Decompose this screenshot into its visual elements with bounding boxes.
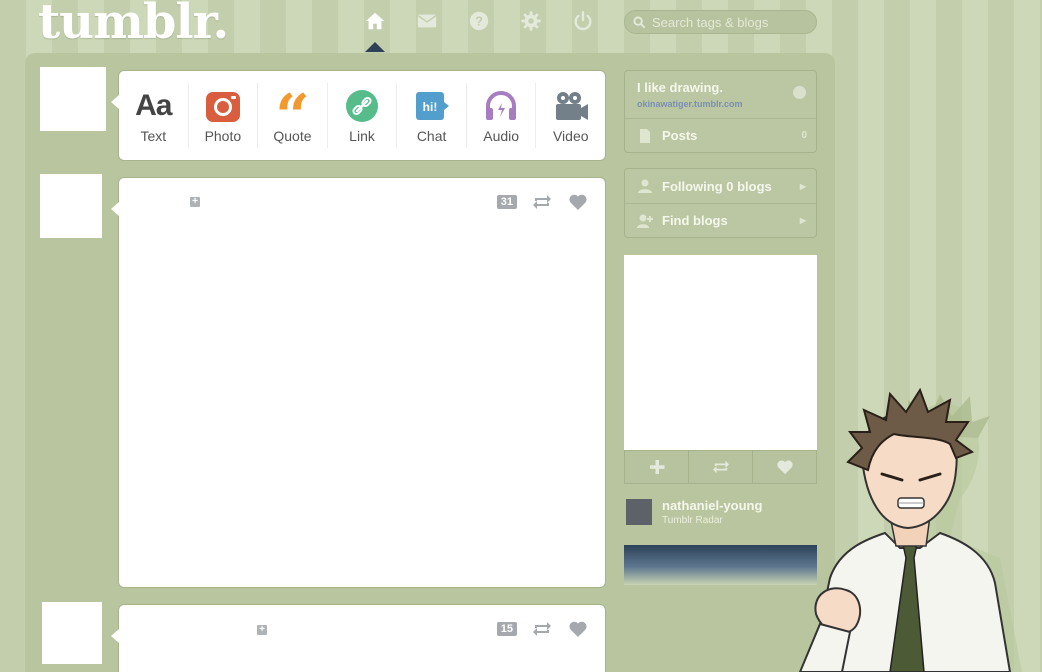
post-type-label: Chat xyxy=(416,127,447,144)
nav-logout[interactable] xyxy=(566,8,600,34)
add-user-icon xyxy=(637,214,653,228)
following-menu: Following 0 blogs ▶ Find blogs ▶ xyxy=(624,168,817,238)
post-type-label: Link xyxy=(349,127,375,144)
nav-help[interactable]: ? xyxy=(462,8,496,34)
sidebar-item-posts[interactable]: Posts 0 xyxy=(625,118,816,152)
heart-icon xyxy=(569,621,587,637)
document-icon xyxy=(640,128,650,143)
home-icon xyxy=(365,12,385,30)
post-avatar[interactable] xyxy=(42,602,102,664)
post-type-video[interactable]: Video xyxy=(536,83,605,148)
blog-title: I like drawing. xyxy=(637,80,723,95)
envelope-icon xyxy=(417,14,437,28)
sidebar-item-label: Posts xyxy=(662,128,698,143)
chat-icon: hi! xyxy=(414,88,450,124)
nav-messages[interactable] xyxy=(410,8,444,34)
nav-home[interactable] xyxy=(358,8,392,34)
note-count[interactable]: 15 xyxy=(496,622,517,636)
blog-menu: I like drawing. okinawatiger.tumblr.com … xyxy=(624,70,817,153)
search-input[interactable] xyxy=(652,14,812,30)
camera-icon xyxy=(205,88,241,124)
blog-settings-icon[interactable] xyxy=(793,86,806,99)
search-box[interactable] xyxy=(624,10,817,34)
post-type-photo[interactable]: Photo xyxy=(189,83,259,148)
sidebar-item-following[interactable]: Following 0 blogs ▶ xyxy=(625,169,816,203)
heart-icon xyxy=(569,194,587,210)
active-nav-caret xyxy=(365,42,385,52)
post-type-selector: Aa Text Photo “ Quote Link hi! Chat Audi… xyxy=(111,70,606,161)
search-icon xyxy=(633,15,646,28)
user-icon xyxy=(638,179,652,193)
chevron-right-icon: ▶ xyxy=(799,181,806,191)
reblog-icon xyxy=(533,622,551,636)
post-type-audio[interactable]: Audio xyxy=(467,83,537,148)
post-type-quote[interactable]: “ Quote xyxy=(258,83,328,148)
quote-icon: “ xyxy=(275,81,310,152)
post-type-text[interactable]: Aa Text xyxy=(119,83,189,148)
sidebar-item-label: Find blogs xyxy=(662,213,728,228)
blog-url: okinawatiger.tumblr.com xyxy=(637,99,743,109)
post-type-chat[interactable]: hi! Chat xyxy=(397,83,467,148)
reblog-icon xyxy=(533,195,551,209)
note-count[interactable]: 31 xyxy=(496,195,517,209)
radar-follow-button[interactable] xyxy=(625,451,689,483)
gear-icon xyxy=(521,11,541,31)
headphones-icon xyxy=(483,88,519,124)
radar-username[interactable]: nathaniel-young xyxy=(662,498,762,513)
post-type-link[interactable]: Link xyxy=(328,83,398,148)
post-controls: 15 xyxy=(496,619,589,639)
sidebar-item-label: Following 0 blogs xyxy=(662,178,772,194)
video-camera-icon xyxy=(553,88,589,124)
chevron-right-icon: ▶ xyxy=(799,216,806,225)
question-icon: ? xyxy=(469,11,489,31)
posts-count: 0 xyxy=(801,130,807,141)
radar-next-image[interactable] xyxy=(624,545,817,585)
svg-text:?: ? xyxy=(475,14,483,29)
tumblr-logo[interactable]: tumblr. xyxy=(38,0,229,50)
link-icon xyxy=(345,88,379,124)
post-type-label: Quote xyxy=(273,127,312,144)
radar-subtitle: Tumblr Radar xyxy=(662,515,723,526)
post-type-label: Photo xyxy=(204,127,242,144)
like-button[interactable] xyxy=(567,619,589,639)
post-avatar[interactable] xyxy=(40,174,102,238)
power-icon xyxy=(574,11,592,31)
post-type-label: Audio xyxy=(483,127,520,144)
blog-link[interactable]: I like drawing. okinawatiger.tumblr.com xyxy=(625,71,816,118)
radar-image[interactable] xyxy=(624,255,817,450)
nav-settings[interactable] xyxy=(514,8,548,34)
radar-controls xyxy=(624,450,817,484)
post-card: + 15 xyxy=(111,604,606,672)
reblog-button[interactable] xyxy=(531,192,553,212)
post-type-label: Text xyxy=(140,127,167,144)
post-card: + 31 xyxy=(111,177,606,588)
reblog-icon xyxy=(712,460,729,474)
character-illustration xyxy=(798,388,1022,672)
radar-reblog-button[interactable] xyxy=(689,451,753,483)
like-button[interactable] xyxy=(567,192,589,212)
expand-icon[interactable]: + xyxy=(257,625,267,635)
sidebar-item-find-blogs[interactable]: Find blogs ▶ xyxy=(625,203,816,237)
post-controls: 31 xyxy=(496,192,589,212)
text-aa-icon: Aa xyxy=(135,88,172,122)
expand-icon[interactable]: + xyxy=(190,197,200,207)
post-type-label: Video xyxy=(552,127,589,144)
user-avatar[interactable] xyxy=(40,67,106,131)
radar-user[interactable]: nathaniel-young Tumblr Radar xyxy=(624,497,817,527)
svg-text:hi!: hi! xyxy=(422,100,437,114)
radar-user-avatar[interactable] xyxy=(626,499,652,525)
reblog-button[interactable] xyxy=(531,619,553,639)
plus-icon xyxy=(649,460,664,474)
